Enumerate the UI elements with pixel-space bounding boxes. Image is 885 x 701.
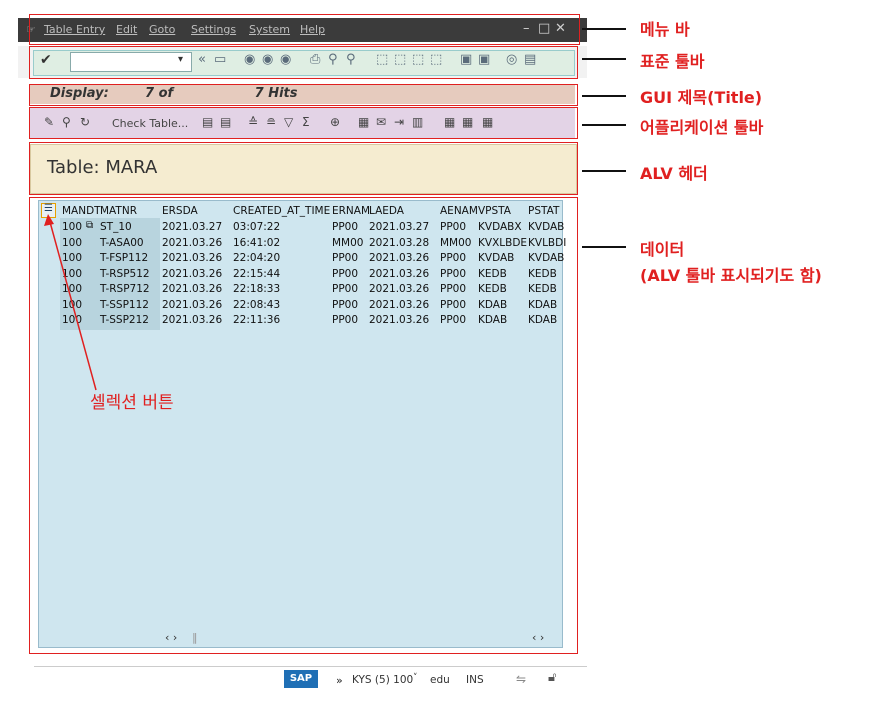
label-data-note: (ALV 툴바 표시되기도 함) (640, 266, 822, 285)
label-menu-bar: 메뉴 바 (640, 20, 690, 39)
label-standard-toolbar: 표준 툴바 (640, 52, 705, 71)
label-alv-header: ALV 헤더 (640, 164, 708, 183)
label-gui-title: GUI 제목(Title) (640, 88, 763, 107)
label-select-button: 셀렉션 버튼 (90, 393, 174, 413)
label-app-toolbar: 어플리케이션 툴바 (640, 118, 764, 137)
label-data: 데이터 (640, 240, 685, 259)
